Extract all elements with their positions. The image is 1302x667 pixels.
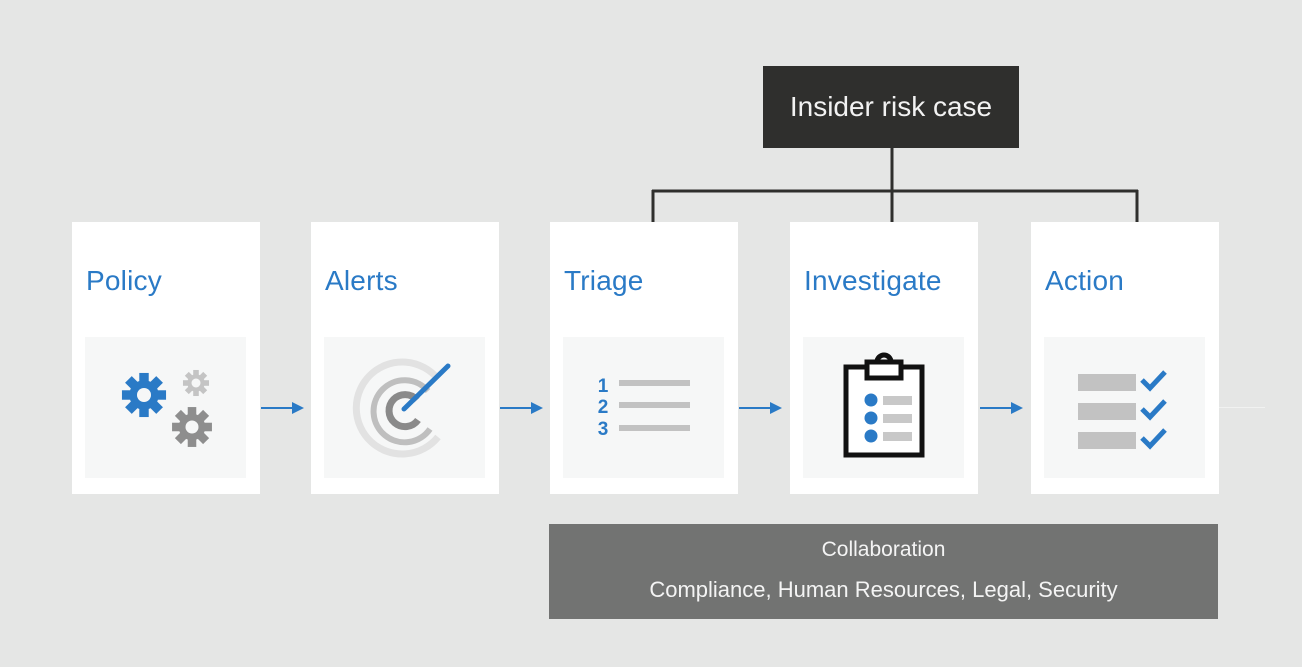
collaboration-title: Collaboration (821, 538, 946, 561)
stage-title-action: Action (1045, 265, 1125, 296)
case-connector-lines (651, 148, 1139, 223)
stage-title-policy: Policy (86, 265, 162, 296)
stage-card-action: Action (1031, 222, 1219, 494)
stage-card-alerts: Alerts (311, 222, 499, 494)
stage-card-investigate: Investigate (790, 222, 978, 494)
insider-risk-case-box: Insider risk case (763, 66, 1019, 148)
list-number-1: 1 (598, 376, 609, 397)
checkmark-icon (1140, 370, 1167, 392)
arrow-right-icon (980, 402, 1023, 414)
gears-icon (121, 369, 212, 447)
stage-card-policy: Policy (72, 222, 260, 494)
icon-panel-investigate (803, 337, 964, 478)
numbered-list-icon: 1 2 3 (598, 376, 690, 440)
collaboration-participants: Compliance, Human Resources, Legal, Secu… (649, 577, 1118, 602)
checkmark-icon (1140, 428, 1167, 450)
target-radar-icon (352, 358, 451, 458)
flow-arrow-policy-to-alerts (258, 400, 306, 416)
insider-risk-case-label: Insider risk case (789, 91, 993, 122)
arrow-right-icon (739, 402, 782, 414)
list-number-2: 2 (598, 397, 609, 418)
stage-title-triage: Triage (564, 265, 644, 296)
checklist-done-icon (1078, 370, 1167, 450)
arrow-right-icon (261, 402, 304, 414)
icon-panel-alerts (324, 337, 485, 478)
stage-card-triage: Triage 1 2 3 (550, 222, 738, 494)
stage-title-investigate: Investigate (804, 265, 942, 296)
flow-arrow-investigate-to-action (977, 400, 1025, 416)
stage-title-alerts: Alerts (325, 265, 398, 296)
flow-arrow-triage-to-investigate (736, 400, 784, 416)
icon-panel-action (1044, 337, 1205, 478)
clipboard-checklist-icon (843, 352, 925, 458)
list-number-3: 3 (598, 419, 609, 440)
checkmark-icon (1140, 399, 1167, 421)
flow-arrow-alerts-to-triage (497, 400, 545, 416)
trailing-line (1219, 407, 1265, 408)
arrow-right-icon (500, 402, 543, 414)
collaboration-box: Collaboration Compliance, Human Resource… (549, 524, 1218, 619)
icon-panel-policy (85, 337, 246, 478)
icon-panel-triage: 1 2 3 (563, 337, 724, 478)
